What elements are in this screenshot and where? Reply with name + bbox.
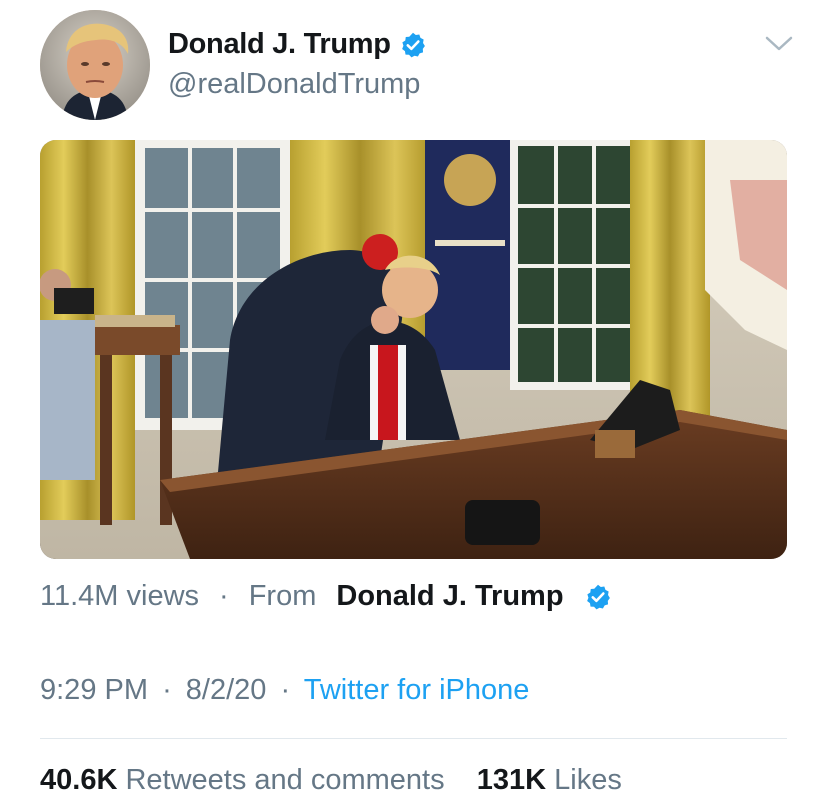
tweet-meta-row: 9:29 PM · 8/2/20 · Twitter for iPhone xyxy=(40,674,529,707)
tweet-time: 9:29 PM xyxy=(40,674,148,706)
likes-label: Likes xyxy=(554,764,622,796)
author-handle[interactable]: @realDonaldTrump xyxy=(168,68,420,101)
separator-dot: · xyxy=(280,674,291,706)
chevron-down-icon[interactable] xyxy=(764,34,794,54)
separator-dot: · xyxy=(219,580,229,612)
view-count: 11.4M views xyxy=(40,580,200,612)
tweet-video[interactable] xyxy=(40,140,787,559)
from-author-link[interactable]: Donald J. Trump xyxy=(336,580,563,613)
separator-dot: · xyxy=(162,674,172,706)
source-link[interactable]: Twitter for iPhone xyxy=(304,674,530,706)
avatar-image xyxy=(40,10,150,120)
likes-stat[interactable]: 131K Likes xyxy=(477,764,622,796)
tweet-stats-row: 40.6K Retweets and comments 131K Likes xyxy=(40,764,622,797)
divider xyxy=(40,738,787,739)
author-name-row[interactable]: Donald J. Trump xyxy=(168,28,427,61)
retweets-stat[interactable]: 40.6K Retweets and comments xyxy=(40,764,453,796)
video-thumbnail xyxy=(40,140,787,559)
likes-count: 131K xyxy=(476,764,547,796)
video-attribution-row: 11.4M views · From Donald J. Trump xyxy=(40,580,612,613)
tweet-date: 8/2/20 xyxy=(185,674,267,706)
verified-badge-icon xyxy=(399,31,427,59)
retweets-label: Retweets and comments xyxy=(125,764,445,796)
avatar[interactable] xyxy=(40,10,150,120)
from-label: From xyxy=(248,580,317,612)
retweets-count: 40.6K xyxy=(40,764,118,796)
verified-badge-icon xyxy=(584,583,612,611)
author-display-name[interactable]: Donald J. Trump xyxy=(168,28,391,61)
